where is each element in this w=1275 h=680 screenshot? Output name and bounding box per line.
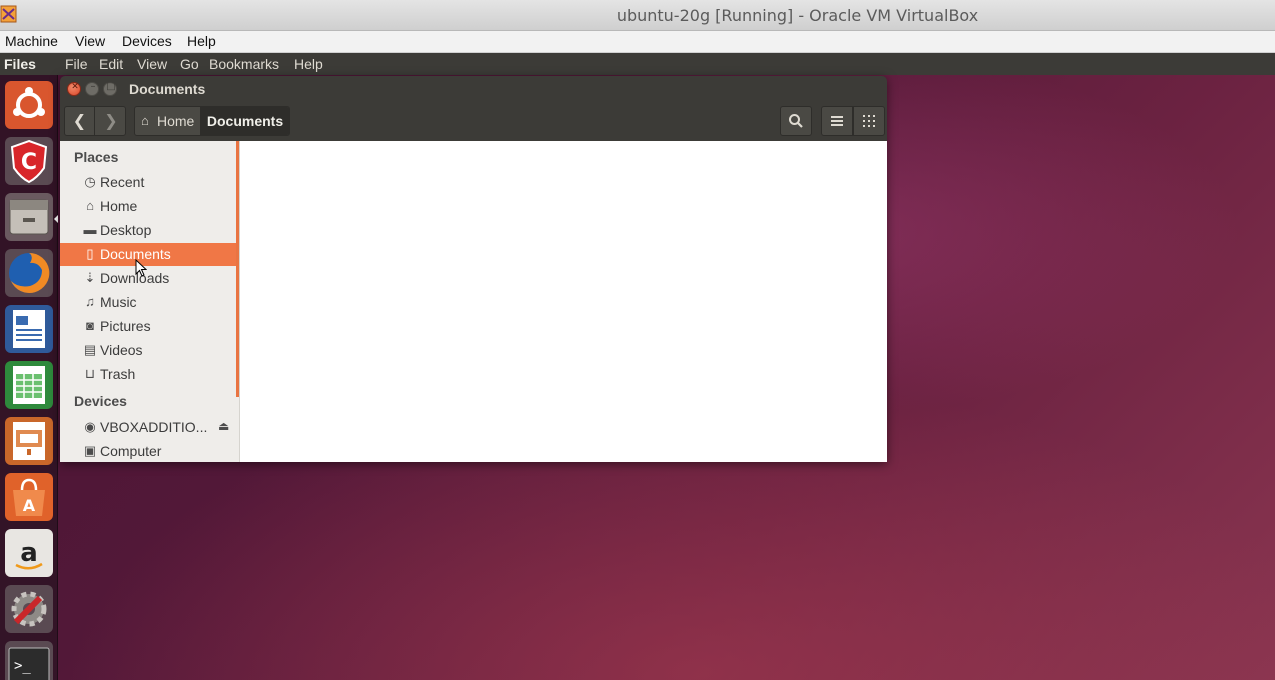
vbox-menu-devices[interactable]: Devices bbox=[122, 33, 172, 49]
svg-text:>_: >_ bbox=[14, 658, 31, 674]
vbox-menubar: Machine View Devices Help bbox=[0, 31, 1275, 53]
vbox-titlebar: ubuntu-20g [Running] - Oracle VM Virtual… bbox=[0, 0, 1275, 31]
file-view-area[interactable] bbox=[241, 141, 887, 462]
launcher-active-indicator bbox=[54, 215, 58, 223]
places-heading: Places bbox=[74, 149, 119, 165]
clock-icon: ◷ bbox=[84, 174, 96, 189]
ubuntu-software-center-icon[interactable]: A bbox=[4, 472, 54, 522]
libreoffice-impress-icon[interactable] bbox=[4, 416, 54, 466]
navigation-buttons: ❮ ❯ bbox=[64, 106, 126, 136]
forward-button[interactable]: ❯ bbox=[96, 107, 126, 135]
files-window: ✕ – □ Documents ❮ ❯ ⌂ Home Documents Pla… bbox=[60, 76, 887, 462]
sidebar-item-label: Music bbox=[100, 294, 137, 310]
ubuntu-top-panel: Files File Edit View Go Bookmarks Help bbox=[0, 53, 1275, 75]
eject-icon[interactable]: ⏏ bbox=[218, 419, 229, 433]
drive-icon: ▣ bbox=[83, 443, 97, 458]
window-title: Documents bbox=[129, 81, 206, 97]
topbar-menu-file[interactable]: File bbox=[65, 56, 88, 72]
path-home-label: Home bbox=[157, 113, 195, 129]
vbox-menu-view[interactable]: View bbox=[75, 33, 105, 49]
sidebar-item-label: Computer bbox=[100, 443, 162, 459]
topbar-menu-view[interactable]: View bbox=[137, 56, 167, 72]
files-icon[interactable] bbox=[4, 192, 54, 242]
maximize-icon: □ bbox=[106, 81, 116, 92]
libreoffice-calc-icon[interactable] bbox=[4, 360, 54, 410]
vbox-menu-machine[interactable]: Machine bbox=[5, 33, 58, 49]
sidebar-item-vboxadditions[interactable]: ◉ VBOXADDITIO... ⏏ bbox=[60, 416, 236, 439]
sidebar-item-label: VBOXADDITIO... bbox=[100, 419, 208, 435]
comodo-antivirus-icon[interactable]: C bbox=[4, 136, 54, 186]
sidebar-item-computer[interactable]: ▣ Computer bbox=[60, 440, 236, 462]
trash-icon: ⊔ bbox=[84, 366, 96, 381]
sidebar-item-desktop[interactable]: ▬ Desktop bbox=[60, 219, 236, 242]
camera-icon: ◙ bbox=[86, 318, 94, 333]
close-button[interactable]: ✕ bbox=[67, 82, 81, 96]
close-icon: ✕ bbox=[71, 82, 79, 92]
sidebar-scrollbar[interactable] bbox=[236, 141, 239, 397]
svg-text:A: A bbox=[23, 496, 36, 515]
document-icon: ▯ bbox=[86, 246, 94, 261]
libreoffice-writer-icon[interactable] bbox=[4, 304, 54, 354]
grid-view-icon bbox=[863, 115, 875, 127]
list-view-button[interactable] bbox=[821, 106, 853, 136]
disc-icon: ◉ bbox=[84, 419, 96, 434]
list-view-icon bbox=[831, 116, 843, 126]
files-toolbar: ❮ ❯ ⌂ Home Documents bbox=[60, 103, 887, 141]
window-titlebar[interactable]: ✕ – □ Documents bbox=[60, 76, 887, 103]
chevron-right-icon: ❯ bbox=[104, 111, 118, 130]
vbox-window-title: ubuntu-20g [Running] - Oracle VM Virtual… bbox=[616, 6, 979, 25]
film-icon: ▤ bbox=[83, 342, 97, 357]
minimize-button[interactable]: – bbox=[85, 81, 99, 96]
sidebar-item-label: Pictures bbox=[100, 318, 151, 334]
sidebar-item-home[interactable]: ⌂ Home bbox=[60, 195, 236, 218]
sidebar-item-label: Trash bbox=[100, 366, 136, 382]
unity-launcher: C A a >_ bbox=[0, 75, 58, 680]
sidebar-item-trash[interactable]: ⊔ Trash bbox=[60, 363, 236, 386]
maximize-button[interactable]: □ bbox=[103, 81, 117, 96]
ubuntu-desktop: Files File Edit View Go Bookmarks Help C bbox=[0, 53, 1275, 680]
terminal-icon[interactable]: >_ bbox=[4, 640, 54, 680]
topbar-menu-go[interactable]: Go bbox=[180, 56, 199, 72]
music-icon: ♫ bbox=[85, 294, 95, 309]
ubuntu-dash-icon[interactable] bbox=[4, 80, 54, 130]
search-button[interactable] bbox=[780, 106, 812, 136]
topbar-menu-bookmarks[interactable]: Bookmarks bbox=[209, 56, 279, 72]
places-sidebar: Places ◷ Recent ⌂ Home ▬ Desktop ▯ Docum… bbox=[60, 141, 240, 462]
grid-view-button[interactable] bbox=[853, 106, 885, 136]
mouse-cursor-icon bbox=[135, 259, 147, 277]
sidebar-item-downloads[interactable]: ⇣ Downloads bbox=[60, 267, 236, 290]
path-current-button[interactable]: Documents bbox=[200, 107, 290, 135]
topbar-app-name: Files bbox=[4, 56, 36, 72]
download-icon: ⇣ bbox=[84, 270, 96, 285]
topbar-menu-help[interactable]: Help bbox=[294, 56, 323, 72]
vbox-menu-help[interactable]: Help bbox=[187, 33, 216, 49]
chevron-left-icon: ❮ bbox=[72, 111, 87, 130]
sidebar-item-label: Recent bbox=[100, 174, 145, 190]
sidebar-item-label: Home bbox=[100, 198, 138, 214]
sidebar-item-pictures[interactable]: ◙ Pictures bbox=[60, 315, 236, 338]
back-button[interactable]: ❮ bbox=[65, 107, 95, 135]
sidebar-item-documents[interactable]: ▯ Documents bbox=[60, 243, 236, 266]
sidebar-item-music[interactable]: ♫ Music bbox=[60, 291, 236, 314]
minimize-icon: – bbox=[90, 81, 96, 92]
path-bar: ⌂ Home Documents bbox=[134, 106, 290, 136]
svg-text:a: a bbox=[20, 538, 38, 568]
path-home-button[interactable]: ⌂ Home bbox=[135, 107, 199, 135]
firefox-icon[interactable] bbox=[4, 248, 54, 298]
topbar-menu-edit[interactable]: Edit bbox=[99, 56, 123, 72]
window-content: Places ◷ Recent ⌂ Home ▬ Desktop ▯ Docum… bbox=[60, 141, 887, 462]
sidebar-item-recent[interactable]: ◷ Recent bbox=[60, 171, 236, 194]
search-icon bbox=[789, 114, 803, 128]
folder-icon: ▬ bbox=[83, 222, 97, 237]
home-icon: ⌂ bbox=[86, 198, 94, 213]
svg-text:C: C bbox=[21, 150, 37, 175]
system-settings-icon[interactable] bbox=[4, 584, 54, 634]
sidebar-item-videos[interactable]: ▤ Videos bbox=[60, 339, 236, 362]
devices-heading: Devices bbox=[74, 393, 127, 409]
home-icon: ⌂ bbox=[141, 113, 149, 128]
amazon-icon[interactable]: a bbox=[4, 528, 54, 578]
sidebar-item-label: Videos bbox=[100, 342, 143, 358]
sidebar-item-label: Desktop bbox=[100, 222, 152, 238]
